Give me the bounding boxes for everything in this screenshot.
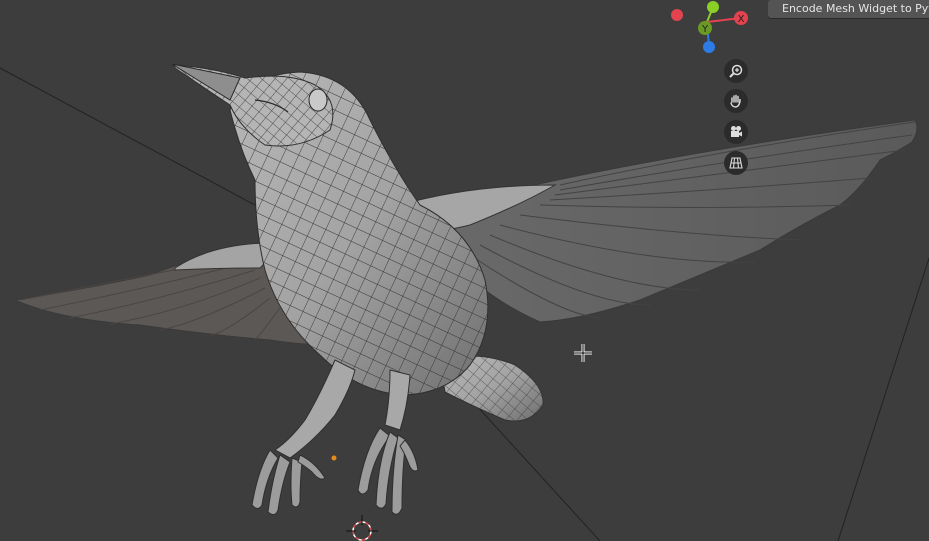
perspective-toggle-button[interactable] [724, 151, 748, 175]
pan-button[interactable] [724, 89, 748, 113]
z-axis-handle[interactable] [703, 41, 715, 53]
y-axis-label: Y [701, 24, 709, 35]
encode-mesh-widget-button[interactable]: Encode Mesh Widget to Python [768, 0, 929, 18]
bird-legs [251, 359, 419, 516]
grid-toggle-icon [729, 157, 743, 169]
3d-cursor[interactable] [346, 515, 378, 541]
mouse-crosshair [574, 344, 592, 362]
viewport-scene[interactable] [0, 0, 929, 541]
zoom-icon [729, 64, 743, 78]
x-axis-handle[interactable]: X [734, 11, 748, 25]
camera-view-button[interactable] [724, 120, 748, 144]
object-origin [331, 455, 337, 461]
z-positive-handle[interactable] [707, 1, 719, 13]
navigation-gizmo[interactable]: X Y [665, 0, 755, 60]
3d-viewport[interactable]: X Y Encode Mesh Widget to Py [0, 0, 929, 541]
negative-x-axis-handle[interactable] [671, 9, 683, 21]
x-axis-label: X [738, 14, 745, 25]
y-axis-handle[interactable]: Y [698, 21, 712, 35]
camera-icon [731, 126, 742, 137]
zoom-button[interactable] [724, 59, 748, 83]
hand-pan-icon [730, 94, 741, 108]
